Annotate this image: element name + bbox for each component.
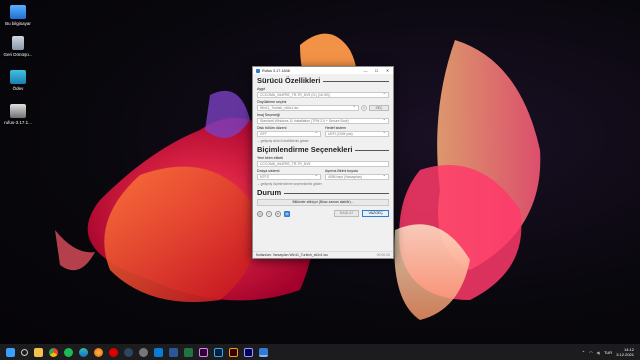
window-titlebar[interactable]: Rufus 3.17.1846 — ☐ ✕: [253, 67, 393, 74]
rufus-window: Rufus 3.17.1846 — ☐ ✕ Sürücü Özellikleri…: [252, 66, 394, 259]
volume-label-label: Yeni birim etiketi: [257, 156, 284, 160]
excel-icon[interactable]: [184, 347, 193, 357]
device-select[interactable]: CCCOMA_X64FRE_TR-TR_DV9 (G:) [16 GB]: [257, 91, 389, 98]
device-label: Aygıt: [257, 87, 266, 91]
volume-label-input[interactable]: CCCOMA_X64FRE_TR-TR_DV9: [257, 161, 389, 167]
edge-icon[interactable]: [79, 347, 88, 357]
desktop-icon-label: Geri Dönüşü...: [3, 52, 33, 57]
info-icon[interactable]: i: [266, 210, 272, 217]
boot-selection-label: Önyükleme seçimi: [257, 100, 287, 104]
minimize-button[interactable]: —: [360, 67, 371, 74]
target-system-label: Hedef sistem: [325, 126, 346, 130]
start-icon[interactable]: [6, 347, 15, 357]
partition-scheme-select[interactable]: GPT: [257, 130, 321, 137]
window-status-footer: Kullanılan: Varsayılan Win11_Turkish_x64…: [253, 251, 393, 258]
cluster-size-select[interactable]: 4096 bayt (Varsayılan): [325, 173, 389, 180]
log-icon[interactable]: ▤: [284, 210, 290, 217]
taskbar: ⌃ ◠ ◂) TUR 14:12 3.12.2021: [0, 344, 640, 360]
clock-date: 3.12.2021: [616, 352, 634, 357]
desktop-icon-odev[interactable]: Ödev: [0, 70, 36, 92]
advanced-drive-toggle[interactable]: ⌄ gelişmiş sürücü özelliklerini göster: [257, 139, 389, 143]
search-icon[interactable]: [21, 348, 28, 356]
steam-icon[interactable]: [124, 347, 133, 357]
photoshop-icon[interactable]: [214, 347, 223, 357]
monitor-icon: [10, 5, 26, 19]
window-title: Rufus 3.17.1846: [262, 68, 290, 73]
rufus-icon[interactable]: [259, 347, 268, 357]
status-heading: Durum: [257, 188, 389, 197]
wifi-icon[interactable]: ◠: [589, 350, 593, 355]
desktop-icon-label: Bu bilgisayar: [5, 21, 31, 26]
clock[interactable]: 14:12 3.12.2021: [616, 347, 634, 357]
recycle-bin-icon: [12, 36, 24, 50]
advanced-format-toggle[interactable]: ⌄ gelişmiş biçimlendirme seçeneklerini g…: [257, 182, 389, 186]
status-progress-bar: Bitlümler siliniyor (Biraz zaman alabili…: [257, 199, 389, 206]
close-button[interactable]: ✕: [382, 67, 393, 74]
settings-icon[interactable]: [139, 347, 148, 357]
spotify-icon[interactable]: [64, 347, 73, 357]
cancel-button[interactable]: VAZGEÇ: [362, 210, 389, 217]
firefox-icon[interactable]: [94, 347, 103, 357]
select-button[interactable]: SEÇ: [369, 105, 389, 111]
file-system-select[interactable]: NTFS: [257, 173, 321, 180]
format-options-heading: Biçimlendirme Seçenekleri: [257, 145, 389, 154]
folder-icon: [10, 70, 26, 84]
premiere-icon[interactable]: [199, 347, 208, 357]
globe-icon[interactable]: ◎: [257, 210, 263, 217]
elapsed-time: 00:00:25: [376, 253, 390, 257]
start-button[interactable]: BAŞLAT: [333, 210, 360, 217]
language-indicator[interactable]: TUR: [604, 350, 612, 355]
chevron-up-icon[interactable]: ⌃: [582, 350, 585, 355]
desktop-icon-this-pc[interactable]: Bu bilgisayar: [0, 5, 36, 27]
target-system-select[interactable]: UEFI (CSM yok): [325, 130, 389, 137]
system-tray: ⌃ ◠ ◂) TUR 14:12 3.12.2021: [582, 344, 634, 360]
word-icon[interactable]: [169, 347, 178, 357]
chrome-icon[interactable]: [49, 347, 58, 357]
usb-drive-icon: [10, 104, 26, 118]
store-icon[interactable]: [154, 347, 163, 357]
desktop-icon-label: rufus-3.17.1...: [4, 120, 32, 125]
boot-selection-select[interactable]: Win11_Turkish_x64v1.iso: [257, 104, 359, 111]
image-option-label: İmaj Seçeneği: [257, 113, 280, 117]
rufus-icon: [256, 68, 260, 73]
desktop-icon-rufus[interactable]: rufus-3.17.1...: [0, 104, 36, 126]
cluster-size-label: Ayırma Birimi boyutu: [325, 169, 359, 173]
partition-scheme-label: Disk bölüm düzeni: [257, 126, 287, 130]
opera-icon[interactable]: [109, 347, 118, 357]
desktop-icon-label: Ödev: [12, 86, 24, 91]
volume-icon[interactable]: ◂): [597, 350, 600, 355]
aftereffects-icon[interactable]: [244, 347, 253, 357]
settings-icon[interactable]: ≡: [275, 210, 281, 217]
image-option-select[interactable]: Standard Windows 11 Installation (TPM 2.…: [257, 117, 389, 124]
footer-text: Kullanılan: Varsayılan Win11_Turkish_x64…: [256, 253, 328, 257]
explorer-icon[interactable]: [34, 347, 43, 357]
drive-properties-heading: Sürücü Özellikleri: [257, 76, 389, 85]
file-system-label: Dosya sistemi: [257, 169, 280, 173]
checksum-icon[interactable]: ✓: [361, 105, 367, 111]
illustrator-icon[interactable]: [229, 347, 238, 357]
maximize-button[interactable]: ☐: [371, 67, 382, 74]
desktop-icon-recycle-bin[interactable]: Geri Dönüşü...: [0, 36, 36, 58]
